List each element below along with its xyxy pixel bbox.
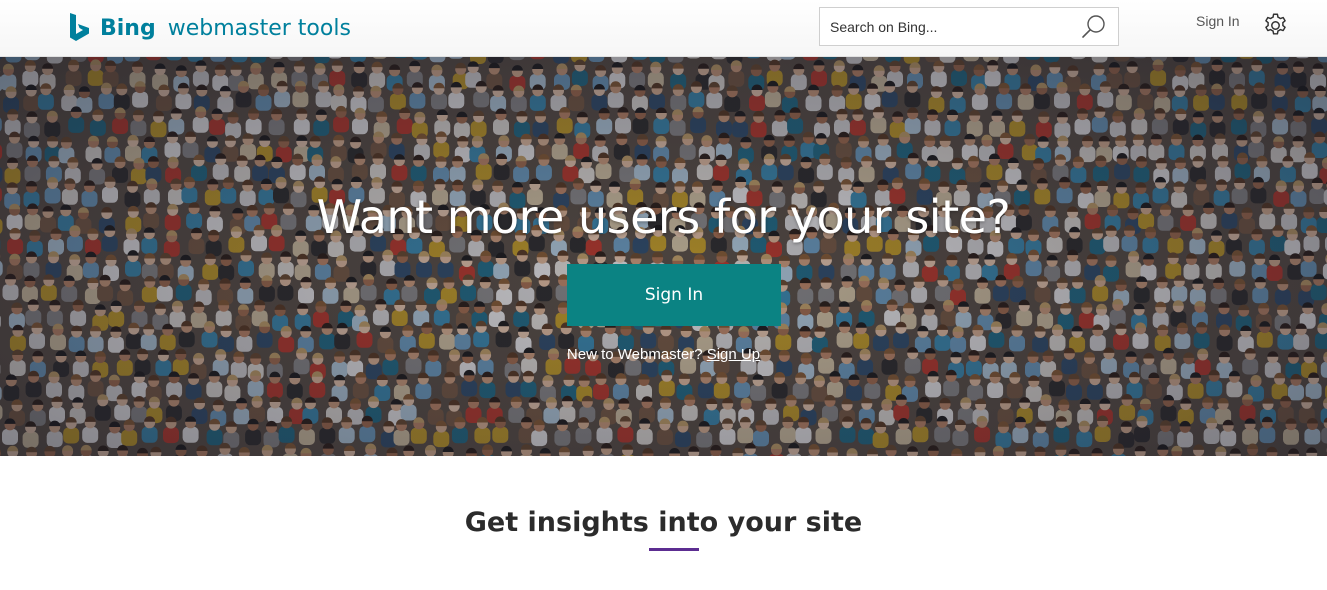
search-input[interactable]	[820, 8, 1075, 45]
search-button[interactable]	[1078, 12, 1110, 42]
search-box	[819, 7, 1119, 46]
top-header: Bing webmaster tools Sign In	[0, 0, 1327, 57]
brand-name: Bing	[100, 15, 156, 41]
hero-title: Want more users for your site?	[316, 190, 1011, 244]
insights-underline	[649, 548, 699, 551]
sign-up-link[interactable]: Sign Up	[707, 346, 760, 363]
bing-webmaster-logo-link[interactable]: Bing webmaster tools	[68, 10, 351, 46]
hero-overlay	[0, 57, 1327, 456]
new-user-text: New to Webmaster?	[566, 346, 703, 363]
product-name: webmaster tools	[167, 15, 351, 41]
search-icon	[1082, 15, 1105, 38]
hero-sign-in-button[interactable]: Sign In	[567, 264, 781, 326]
hero-banner: Want more users for your site? Sign In N…	[0, 57, 1327, 456]
insights-heading: Get insights into your site	[464, 507, 863, 538]
bing-logo-icon	[70, 13, 89, 41]
gear-icon	[1265, 13, 1286, 35]
settings-button[interactable]	[1262, 12, 1289, 39]
signup-prompt: New to Webmaster? Sign Up	[0, 346, 1327, 363]
header-sign-in-link[interactable]: Sign In	[1196, 13, 1240, 29]
